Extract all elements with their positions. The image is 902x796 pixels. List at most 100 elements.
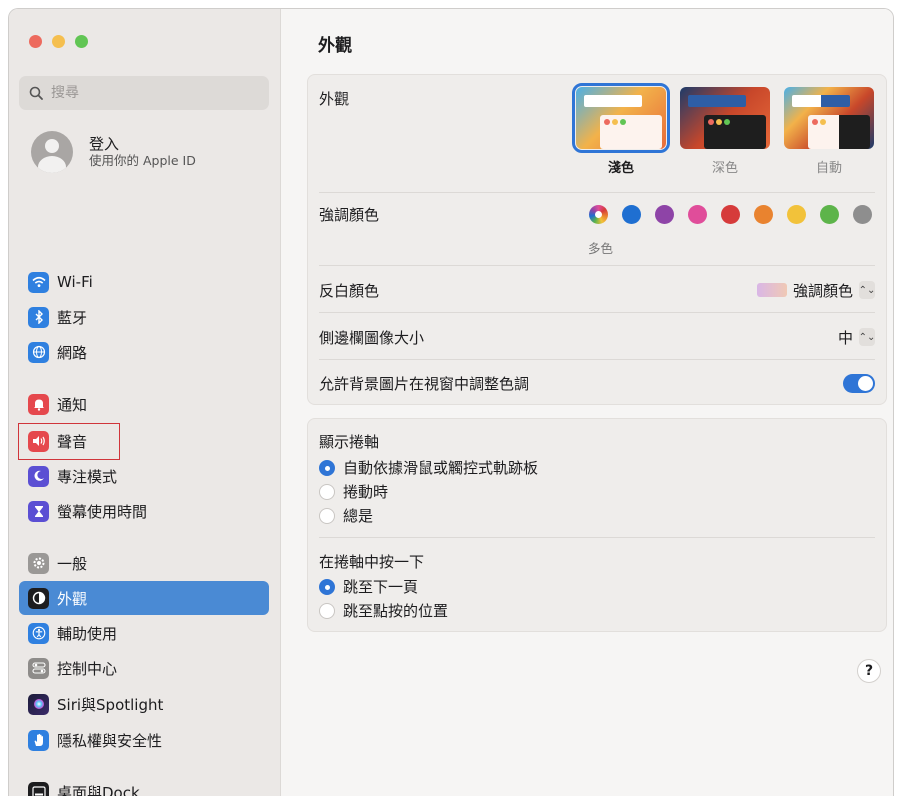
search-icon bbox=[29, 86, 43, 100]
control-center-icon bbox=[28, 657, 49, 679]
radio-selected-icon bbox=[319, 459, 335, 476]
sidebar-item-general[interactable]: 一般 bbox=[19, 546, 269, 580]
dark-thumbnail bbox=[680, 87, 770, 149]
sidebar-item-label: 藍牙 bbox=[57, 308, 88, 327]
chevron-updown-icon: ⌃⌄ bbox=[859, 328, 875, 346]
dock-icon bbox=[28, 781, 49, 796]
click-next-page-radio[interactable]: 跳至下一頁 bbox=[319, 576, 418, 597]
accent-multicolor-swatch[interactable] bbox=[589, 205, 608, 224]
accent-red-swatch[interactable] bbox=[721, 205, 740, 224]
minimize-button[interactable] bbox=[52, 35, 65, 48]
radio-icon bbox=[319, 602, 335, 619]
window-controls bbox=[29, 35, 88, 48]
scrollbar-auto-radio[interactable]: 自動依據滑鼠或觸控式軌跡板 bbox=[319, 457, 538, 478]
sidebar-item-label: Wi-Fi bbox=[57, 273, 93, 291]
account-subtitle: 使用你的 Apple ID bbox=[89, 153, 196, 168]
accent-yellow-swatch[interactable] bbox=[787, 205, 806, 224]
sidebar-item-screen-time[interactable]: 螢幕使用時間 bbox=[19, 494, 269, 528]
highlight-value: 強調顏色 bbox=[792, 281, 853, 300]
close-button[interactable] bbox=[29, 35, 42, 48]
avatar bbox=[31, 131, 73, 173]
accessibility-icon bbox=[28, 622, 49, 644]
accent-purple-swatch[interactable] bbox=[655, 205, 674, 224]
sidebar-item-privacy[interactable]: 隱私權與安全性 bbox=[19, 723, 269, 757]
sidebar-item-appearance[interactable]: 外觀 bbox=[19, 581, 269, 615]
appearance-light-option[interactable]: 淺色 bbox=[572, 83, 670, 176]
search-input[interactable] bbox=[51, 85, 251, 101]
wallpaper-tint-label: 允許背景圖片在視窗中調整色調 bbox=[319, 374, 530, 393]
appearance-card: 外觀 淺色 深色 自動 強調顏色 多色 反白顏色 強調顏色 ⌃⌄ 側邊欄圖像大小… bbox=[307, 74, 887, 405]
light-thumbnail bbox=[572, 83, 670, 153]
gear-icon bbox=[28, 552, 49, 574]
radio-icon bbox=[319, 483, 335, 500]
sidebar-item-label: 隱私權與安全性 bbox=[57, 731, 163, 750]
sidebar: 登入 使用你的 Apple ID Wi-Fi 藍牙 網路 bbox=[9, 9, 281, 796]
sidebar-item-desktop-dock[interactable]: 桌面與Dock bbox=[19, 775, 269, 796]
accent-swatches bbox=[589, 205, 872, 224]
sidebar-item-label: 桌面與Dock bbox=[57, 783, 140, 796]
appearance-light-label: 淺色 bbox=[607, 161, 634, 176]
wallpaper-tint-row: 允許背景圖片在視窗中調整色調 bbox=[319, 370, 875, 396]
accent-blue-swatch[interactable] bbox=[622, 205, 641, 224]
sidebar-size-row: 側邊欄圖像大小 中 ⌃⌄ bbox=[319, 324, 875, 350]
sidebar-size-popup[interactable]: 中 ⌃⌄ bbox=[838, 327, 875, 348]
sidebar-item-siri-spotlight[interactable]: Siri與Spotlight bbox=[19, 687, 269, 721]
sidebar-item-control-center[interactable]: 控制中心 bbox=[19, 651, 269, 685]
divider bbox=[319, 265, 875, 266]
accent-orange-swatch[interactable] bbox=[754, 205, 773, 224]
scrollbar-card: 顯示捲軸 自動依據滑鼠或觸控式軌跡板 捲動時 總是 在捲軸中按一下 跳至下一頁 bbox=[307, 418, 887, 632]
sidebar-item-wifi[interactable]: Wi-Fi bbox=[19, 265, 269, 299]
scrollbar-always-radio[interactable]: 總是 bbox=[319, 505, 373, 526]
accent-multicolor-label: 多色 bbox=[588, 241, 614, 256]
accent-graphite-swatch[interactable] bbox=[853, 205, 872, 224]
sidebar-item-label: 螢幕使用時間 bbox=[57, 502, 148, 521]
divider bbox=[319, 359, 875, 360]
appearance-auto-option[interactable]: 自動 bbox=[784, 87, 874, 176]
sidebar-item-label: 外觀 bbox=[57, 589, 88, 608]
highlight-swatch bbox=[756, 283, 787, 297]
sidebar-item-label: 輔助使用 bbox=[57, 624, 118, 643]
accent-label: 強調顏色 bbox=[319, 205, 380, 224]
click-scrollbar-title: 在捲軸中按一下 bbox=[319, 553, 425, 571]
sidebar-item-accessibility[interactable]: 輔助使用 bbox=[19, 616, 269, 650]
siri-icon bbox=[28, 693, 49, 715]
radio-icon bbox=[319, 507, 335, 524]
highlight-label: 反白顏色 bbox=[319, 281, 380, 300]
wallpaper-tint-toggle[interactable] bbox=[843, 373, 875, 393]
appearance-dark-option[interactable]: 深色 bbox=[680, 87, 770, 176]
wifi-icon bbox=[28, 271, 49, 293]
accent-green-swatch[interactable] bbox=[820, 205, 839, 224]
main-panel: 外觀 外觀 淺色 深色 自動 強調顏色 多色 反白顏色 強調顏色 ⌃⌄ 側邊欄圖… bbox=[282, 9, 893, 796]
radio-label: 捲動時 bbox=[343, 483, 389, 501]
highlight-box bbox=[18, 423, 120, 460]
appearance-label: 外觀 bbox=[319, 89, 350, 108]
appearance-options: 淺色 深色 自動 bbox=[572, 83, 874, 176]
auto-thumbnail bbox=[784, 87, 874, 149]
hourglass-icon bbox=[28, 500, 49, 522]
sidebar-item-label: 網路 bbox=[57, 343, 88, 362]
radio-selected-icon bbox=[319, 578, 335, 595]
globe-icon bbox=[28, 341, 49, 363]
sidebar-item-label: 控制中心 bbox=[57, 659, 118, 678]
sidebar-item-bluetooth[interactable]: 藍牙 bbox=[19, 300, 269, 334]
search-field[interactable] bbox=[19, 76, 269, 110]
divider bbox=[319, 192, 875, 193]
help-button[interactable]: ? bbox=[857, 659, 881, 683]
highlight-popup[interactable]: 強調顏色 ⌃⌄ bbox=[756, 280, 875, 301]
radio-label: 跳至下一頁 bbox=[343, 578, 419, 596]
chevron-updown-icon: ⌃⌄ bbox=[859, 281, 875, 299]
sidebar-size-value: 中 bbox=[837, 328, 853, 347]
sidebar-item-notifications[interactable]: 通知 bbox=[19, 387, 269, 421]
bluetooth-icon bbox=[28, 306, 49, 328]
moon-icon bbox=[28, 465, 49, 487]
apple-id-account[interactable]: 登入 使用你的 Apple ID bbox=[31, 131, 196, 173]
click-spot-radio[interactable]: 跳至點按的位置 bbox=[319, 600, 448, 621]
sidebar-item-label: 一般 bbox=[57, 554, 88, 573]
zoom-button[interactable] bbox=[75, 35, 88, 48]
account-title: 登入 bbox=[89, 135, 120, 153]
accent-pink-swatch[interactable] bbox=[688, 205, 707, 224]
scrollbar-when-scrolling-radio[interactable]: 捲動時 bbox=[319, 481, 388, 502]
appearance-auto-label: 自動 bbox=[815, 161, 842, 176]
sidebar-item-network[interactable]: 網路 bbox=[19, 335, 269, 369]
sidebar-item-focus[interactable]: 專注模式 bbox=[19, 459, 269, 493]
